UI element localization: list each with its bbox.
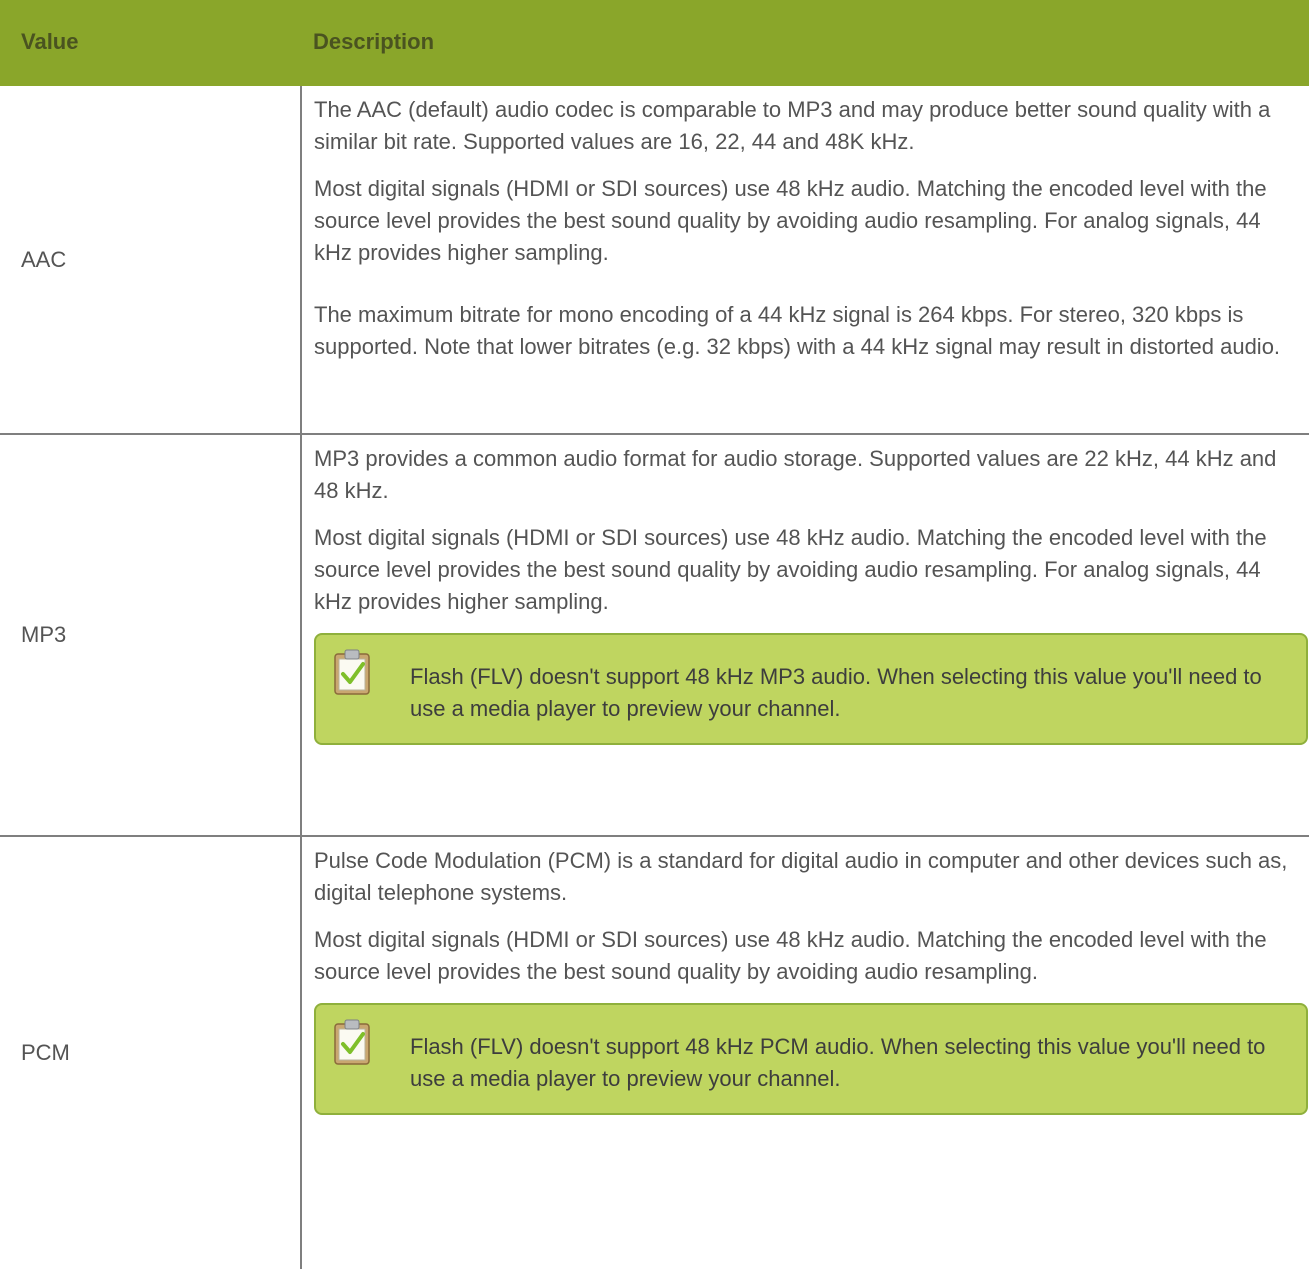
column-header-description: Description — [301, 0, 1309, 86]
description-cell: MP3 provides a common audio format for a… — [301, 433, 1309, 836]
note-text: Flash (FLV) doesn't support 48 kHz PCM a… — [410, 1034, 1266, 1091]
audio-codec-table: Value Description AAC The AAC (default) … — [0, 0, 1309, 1269]
description-paragraph: MP3 provides a common audio format for a… — [314, 446, 1277, 503]
description-cell: Pulse Code Modulation (PCM) is a standar… — [301, 835, 1309, 1269]
note-text: Flash (FLV) doesn't support 48 kHz MP3 a… — [410, 664, 1262, 721]
value-cell: MP3 — [0, 433, 302, 836]
description-paragraph: Most digital signals (HDMI or SDI source… — [314, 176, 1267, 265]
description-cell: The AAC (default) audio codec is compara… — [301, 84, 1309, 434]
description-paragraph: Pulse Code Modulation (PCM) is a standar… — [314, 848, 1288, 905]
description-paragraph: Most digital signals (HDMI or SDI source… — [314, 927, 1267, 984]
clipboard-check-icon — [334, 649, 370, 695]
note-callout: Flash (FLV) doesn't support 48 kHz PCM a… — [314, 1003, 1308, 1115]
description-paragraph: Most digital signals (HDMI or SDI source… — [314, 525, 1267, 614]
value-cell: AAC — [0, 84, 302, 434]
clipboard-check-icon — [334, 1019, 370, 1065]
value-cell: PCM — [0, 835, 302, 1269]
table-row-pcm: PCM Pulse Code Modulation (PCM) is a sta… — [0, 835, 1309, 1269]
note-callout: Flash (FLV) doesn't support 48 kHz MP3 a… — [314, 633, 1308, 745]
table-row-aac: AAC The AAC (default) audio codec is com… — [0, 84, 1309, 434]
description-paragraph: The maximum bitrate for mono encoding of… — [314, 302, 1281, 359]
table-row-mp3: MP3 MP3 provides a common audio format f… — [0, 433, 1309, 836]
description-paragraph: The AAC (default) audio codec is compara… — [314, 97, 1271, 154]
table-header-row: Value Description — [0, 0, 1309, 86]
column-header-value: Value — [0, 0, 301, 86]
